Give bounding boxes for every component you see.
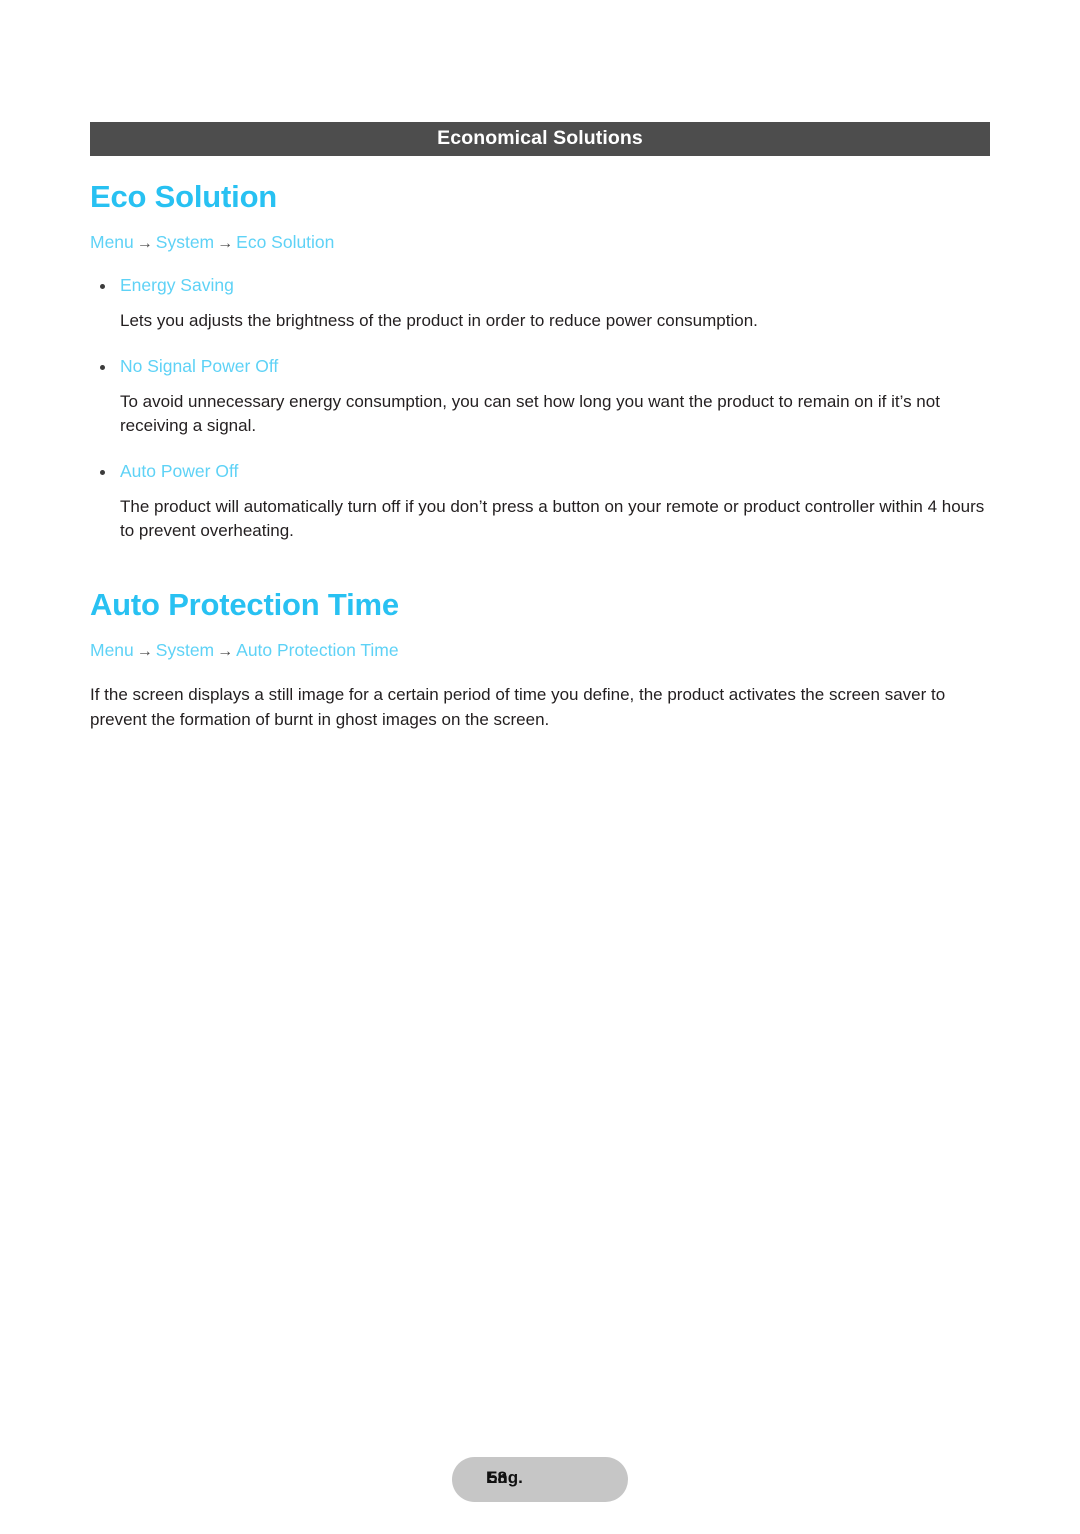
breadcrumb-item-eco-solution[interactable]: Eco Solution: [236, 232, 334, 252]
option-auto-power-off: Auto Power Off: [90, 461, 990, 482]
bullet-dot-icon: [100, 364, 105, 370]
breadcrumb-item-system[interactable]: System: [156, 232, 214, 252]
page-content: Eco Solution Menu → System → Eco Solution En…: [90, 179, 990, 732]
section-auto-protection-time: Auto Protection Time Menu → System → Auto Pr…: [90, 587, 990, 732]
page-footer: Eng. 58: [0, 1457, 1080, 1502]
option-description: To avoid unnecessary energy consumption,…: [120, 391, 940, 436]
breadcrumb-separator-icon: →: [217, 234, 234, 252]
bullet-dot-icon: [100, 469, 105, 475]
page-title: Eco Solution: [90, 179, 278, 214]
breadcrumb-separator-icon: →: [136, 234, 153, 252]
running-header-bar: Economical Solutions: [90, 122, 990, 156]
option-description: Lets you adjusts the brightness of the p…: [120, 310, 758, 330]
breadcrumb-separator-icon: →: [217, 642, 234, 660]
section-eco-solution: Eco Solution Menu → System → Eco Solution En…: [90, 179, 990, 544]
breadcrumb: Menu → System → Eco Solution: [90, 232, 990, 253]
list-item: Auto Power Off The product will automati…: [90, 461, 990, 544]
breadcrumb-item-menu[interactable]: Menu: [90, 232, 134, 252]
breadcrumb-item-auto-protection-time[interactable]: Auto Protection Time: [236, 640, 398, 660]
option-label: Energy Saving: [120, 274, 234, 295]
eco-solution-option-list: Energy Saving Lets you adjusts the brigh…: [90, 275, 990, 544]
manual-page: Economical Solutions Eco Solution Menu → S…: [0, 0, 1080, 1534]
bullet-dot-icon: [100, 283, 105, 289]
option-description: The product will automatically turn off …: [120, 496, 985, 541]
page-number-pill: Eng. 58: [452, 1457, 628, 1502]
page-number: 58: [488, 1468, 507, 1487]
list-item: Energy Saving Lets you adjusts the brigh…: [90, 275, 990, 334]
breadcrumb: Menu → System → Auto Protection Time: [90, 640, 990, 661]
option-no-signal-power-off: No Signal Power Off: [90, 356, 990, 377]
running-header-title: Economical Solutions: [437, 127, 643, 150]
option-energy-saving: Energy Saving: [90, 275, 990, 296]
list-item: No Signal Power Off To avoid unnecessary…: [90, 356, 990, 439]
breadcrumb-item-system[interactable]: System: [156, 640, 214, 660]
option-label: Auto Power Off: [120, 460, 239, 481]
section-description: If the screen displays a still image for…: [90, 685, 946, 729]
breadcrumb-item-menu[interactable]: Menu: [90, 640, 134, 660]
page-title: Auto Protection Time: [90, 587, 399, 623]
option-label: No Signal Power Off: [120, 355, 279, 376]
breadcrumb-separator-icon: →: [136, 642, 153, 660]
